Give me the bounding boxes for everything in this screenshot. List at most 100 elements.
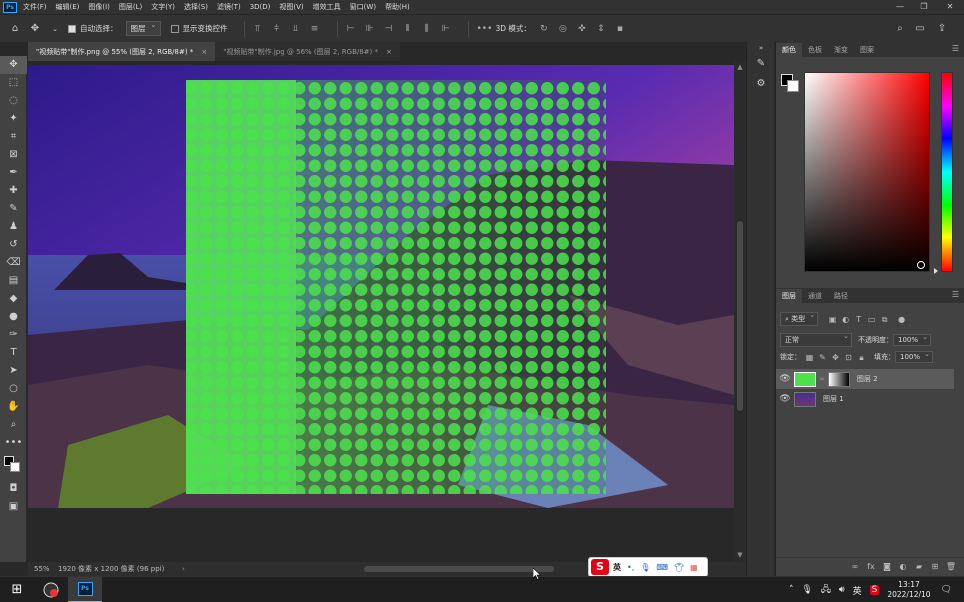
distribute-space-icon[interactable]: ⫼	[422, 24, 432, 34]
filter-toggle-icon[interactable]: ●	[897, 315, 906, 324]
3d-roll-icon[interactable]: ◎	[558, 24, 568, 34]
panel-menu-icon[interactable]: ☰	[952, 44, 959, 53]
eraser-icon[interactable]: ⌫	[0, 254, 27, 272]
3d-scale-icon[interactable]: ▪	[615, 24, 625, 34]
tab-swatches[interactable]: 色板	[802, 43, 828, 57]
align-vcenter-icon[interactable]: ⫩	[272, 24, 282, 34]
lock-all-icon[interactable]: 🔒︎	[857, 353, 866, 362]
maximize-icon[interactable]: ❐	[912, 0, 936, 14]
menu-layer[interactable]: 图层(L)	[119, 2, 142, 12]
gradient-tool-icon[interactable]: ▤	[0, 272, 27, 290]
canvas-area[interactable]	[28, 61, 734, 562]
layer-row-1[interactable]: 👁︎ 图层 1	[776, 389, 954, 409]
more-options-icon[interactable]: •••	[477, 24, 493, 34]
frame-tool-icon[interactable]: ⊠	[0, 146, 27, 164]
notification-icon[interactable]: 🗨︎	[941, 585, 952, 595]
layer-row-2[interactable]: 👁︎ ∞ 图层 2	[776, 369, 954, 389]
scroll-up-icon[interactable]: ▲	[734, 63, 746, 71]
menu-view[interactable]: 视图(V)	[279, 2, 303, 12]
pen-tool-icon[interactable]: ✑	[0, 326, 27, 344]
close-tab-icon[interactable]: ×	[386, 48, 392, 56]
new-layer-icon[interactable]: ⊞	[927, 562, 943, 571]
workspace-icon[interactable]: ▭	[913, 22, 927, 36]
path-select-icon[interactable]: ➤	[0, 362, 27, 380]
panel-menu-icon[interactable]: ☰	[952, 290, 959, 299]
adjustment-layer-icon[interactable]: ◐	[895, 562, 911, 571]
adjustments-icon[interactable]: ⚙	[747, 74, 775, 94]
tab-color[interactable]: 颜色	[776, 43, 802, 57]
windows-start-icon[interactable]: ⊞	[0, 582, 34, 597]
tab-gradients[interactable]: 渐变	[828, 43, 854, 57]
home-icon[interactable]: ⌂	[8, 22, 22, 36]
search-icon[interactable]: ⌕	[893, 22, 907, 36]
tab-paths[interactable]: 路径	[828, 289, 854, 303]
collapse-panels-icon[interactable]: »	[747, 42, 775, 54]
menu-plugins[interactable]: 增效工具	[313, 2, 341, 12]
taskbar-photoshop-app[interactable]: Ps	[68, 576, 102, 602]
opacity-field[interactable]: 100%	[893, 333, 932, 346]
healing-brush-icon[interactable]: ✚	[0, 182, 27, 200]
ime-tray-language[interactable]: 英	[853, 584, 862, 597]
show-transform-checkbox[interactable]	[170, 24, 179, 33]
share-icon[interactable]: ⇪	[935, 22, 949, 36]
visibility-eye-icon[interactable]: 👁︎	[776, 374, 794, 384]
volume-icon[interactable]: 🔊︎	[839, 585, 845, 595]
lasso-tool-icon[interactable]: ◌	[0, 92, 27, 110]
type-tool-icon[interactable]: T	[0, 344, 27, 362]
align-right-icon[interactable]: ⊣	[384, 24, 394, 34]
layer-name[interactable]: 图层 1	[823, 394, 844, 404]
menu-3d[interactable]: 3D(D)	[250, 3, 271, 11]
tray-overflow-icon[interactable]: ˄	[789, 585, 794, 595]
scroll-thumb[interactable]	[737, 221, 743, 411]
add-mask-icon[interactable]: ◙	[879, 562, 895, 571]
sogou-logo-icon[interactable]: S	[591, 559, 609, 575]
background-color-swatch[interactable]	[10, 462, 20, 472]
distribute-h-icon[interactable]: ⦀	[403, 24, 413, 34]
3d-orbit-icon[interactable]: ↻	[539, 24, 549, 34]
layer-style-icon[interactable]: fx	[863, 562, 879, 571]
link-layers-icon[interactable]: ∞	[847, 562, 863, 571]
delete-layer-icon[interactable]: 🗑︎	[943, 562, 959, 571]
filter-smart-icon[interactable]: ⧉	[880, 315, 889, 324]
3d-pan-icon[interactable]: ✜	[577, 24, 587, 34]
color-picker-ring[interactable]	[917, 261, 925, 269]
layer-filter-dropdown[interactable]: ⌕ 类型	[780, 311, 819, 326]
brush-tool-icon[interactable]: ✎	[0, 200, 27, 218]
align-top-icon[interactable]: ⫪	[253, 24, 263, 34]
zoom-level[interactable]: 55%	[28, 565, 58, 573]
tab-document-png[interactable]: "视频贴带"制作.png @ 55% (图层 2, RGB/8#) * ×	[28, 42, 216, 61]
vertical-scrollbar[interactable]: ▲ ▼	[734, 61, 746, 562]
distribute-v-icon[interactable]: ≡	[310, 24, 320, 34]
document-canvas[interactable]	[28, 65, 734, 508]
align-bottom-icon[interactable]: ⫫	[291, 24, 301, 34]
keyboard-icon[interactable]: ⌨	[656, 563, 668, 572]
ime-language[interactable]: 英	[613, 562, 621, 573]
blend-mode-dropdown[interactable]: 正常	[780, 332, 852, 347]
background-color-swatch[interactable]	[787, 80, 799, 92]
dodge-tool-icon[interactable]: ●	[0, 308, 27, 326]
lock-position-icon[interactable]: ✥	[831, 353, 840, 362]
auto-select-dropdown[interactable]: 图层	[125, 20, 161, 36]
filter-type-icon[interactable]: T	[854, 315, 863, 324]
filter-adjustment-icon[interactable]: ◐	[841, 315, 850, 324]
auto-select-checkbox[interactable]	[68, 24, 76, 33]
quick-mask-icon[interactable]: ◘	[0, 480, 27, 498]
eyedropper-icon[interactable]: ✒	[0, 164, 27, 182]
close-window-icon[interactable]: ✕	[938, 0, 962, 14]
scroll-down-icon[interactable]: ▼	[734, 551, 746, 559]
group-layers-icon[interactable]: ▰	[911, 562, 927, 571]
align-hcenter-icon[interactable]: ⊪	[365, 24, 375, 34]
move-tool-icon[interactable]: ✥	[0, 56, 27, 74]
menu-help[interactable]: 帮助(H)	[385, 2, 410, 12]
more-tools-icon[interactable]: •••	[0, 434, 27, 452]
menu-edit[interactable]: 编辑(E)	[56, 2, 80, 12]
scroll-thumb[interactable]	[364, 566, 554, 572]
filter-shape-icon[interactable]: ▭	[867, 315, 876, 324]
marquee-tool-icon[interactable]: ⬚	[0, 74, 27, 92]
filter-pixel-icon[interactable]: ▣	[828, 315, 837, 324]
stamp-tool-icon[interactable]: ♟	[0, 218, 27, 236]
align-left-icon[interactable]: ⊢	[346, 24, 356, 34]
taskbar-recorder-app[interactable]	[34, 577, 68, 602]
minimize-icon[interactable]: —	[888, 0, 912, 14]
menu-window[interactable]: 窗口(W)	[350, 2, 376, 12]
